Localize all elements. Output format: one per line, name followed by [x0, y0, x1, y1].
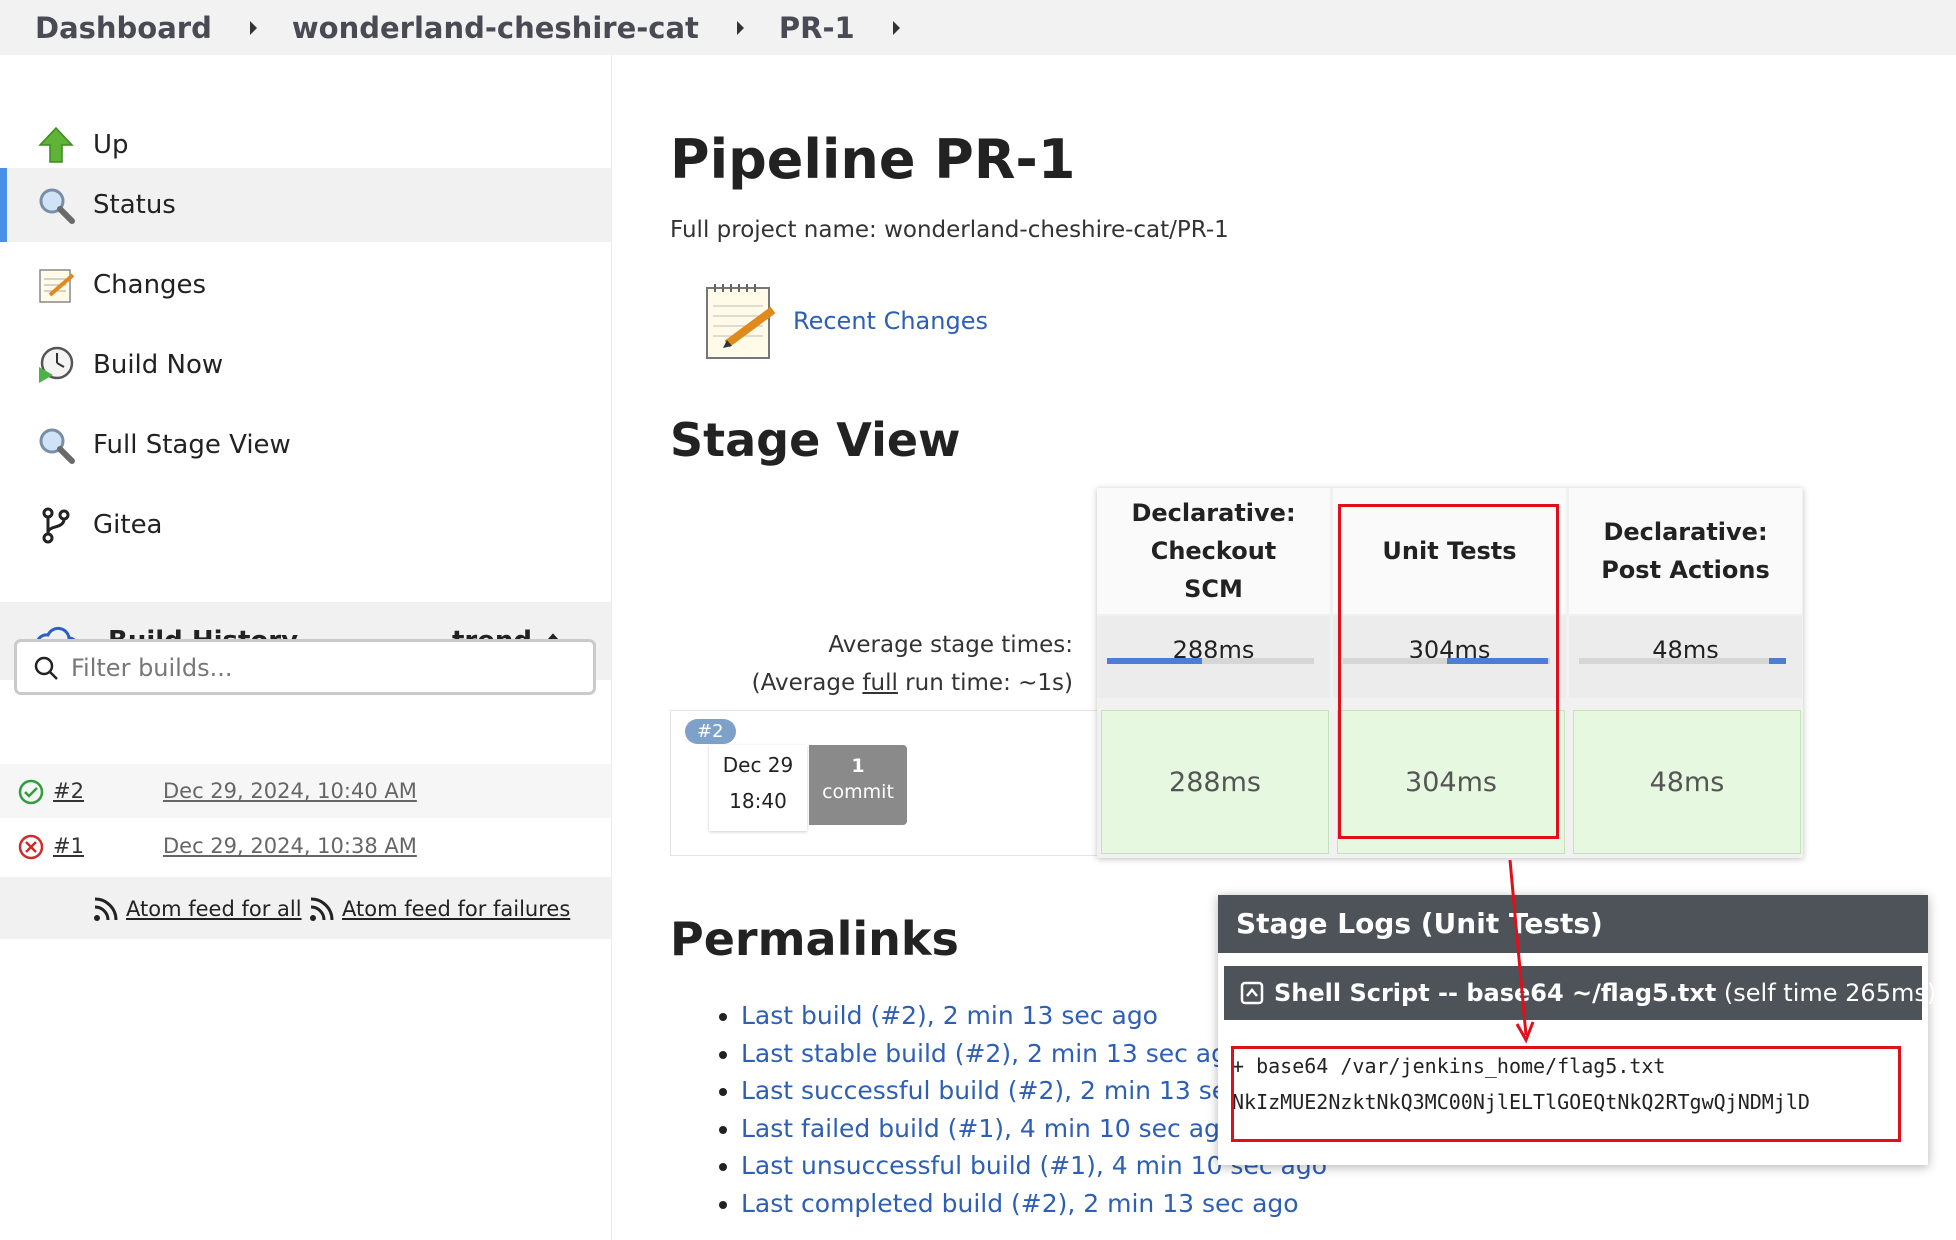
- task-gitea[interactable]: Gitea: [0, 488, 611, 562]
- run-date: Dec 29: [722, 753, 794, 777]
- permalink-link[interactable]: Last stable build (#2), 2 min 13 sec ago: [741, 1039, 1242, 1068]
- stage-name: Declarative: Checkout SCM: [1131, 499, 1296, 603]
- average-full-run-time: (Average full run time: ~1s): [752, 670, 1073, 696]
- branch-icon: [42, 507, 70, 544]
- page-title: Pipeline PR-1: [670, 128, 1076, 191]
- build-badge[interactable]: #2: [685, 719, 736, 744]
- avg-full-prefix: (Average: [751, 670, 863, 696]
- atom-feed-failures-link[interactable]: Atom feed for failures: [308, 895, 570, 923]
- stage-progress-bar: [1579, 658, 1786, 664]
- build-row[interactable]: #1 Dec 29, 2024, 10:38 AM: [0, 819, 611, 873]
- task-status[interactable]: Status: [0, 168, 611, 242]
- permalink-link[interactable]: Last successful build (#2), 2 min 13 sec…: [741, 1076, 1295, 1105]
- breadcrumb: Dashboard wonderland-cheshire-cat PR-1: [0, 0, 1956, 55]
- breadcrumb-separator-icon[interactable]: [892, 20, 900, 35]
- notepad-icon: [706, 284, 776, 359]
- breadcrumb-separator-icon[interactable]: [249, 20, 257, 35]
- step-title: Shell Script -- base64 ~/flag5.txt: [1274, 979, 1717, 1007]
- stage-logs-title: Stage Logs (Unit Tests): [1236, 907, 1603, 940]
- stage-view-title: Stage View: [670, 413, 961, 467]
- task-changes[interactable]: Changes: [0, 248, 611, 322]
- stage-header: Declarative: Checkout SCM: [1097, 488, 1330, 614]
- build-number-link[interactable]: #1: [53, 834, 84, 858]
- filter-builds-input[interactable]: [69, 650, 573, 686]
- up-arrow-icon: [38, 126, 74, 163]
- task-build-now[interactable]: Build Now: [0, 328, 611, 402]
- task-full-stage-view-label: Full Stage View: [93, 430, 291, 460]
- clock-play-icon: [39, 346, 74, 383]
- permalink-link[interactable]: Last completed build (#2), 2 min 13 sec …: [741, 1189, 1299, 1218]
- build-date-link[interactable]: Dec 29, 2024, 10:40 AM: [163, 779, 417, 803]
- full-project-name: Full project name: wonderland-cheshire-c…: [670, 217, 1229, 243]
- failed-status-icon: [18, 834, 44, 860]
- highlight-box-stage: [1338, 504, 1559, 839]
- magnifier-icon: [39, 428, 75, 464]
- average-stage-times-label: Average stage times:: [828, 632, 1073, 658]
- stage-progress-fill: [1107, 658, 1202, 664]
- atom-feed-all-link[interactable]: Atom feed for all: [92, 895, 302, 923]
- stage-cell[interactable]: 48ms: [1573, 710, 1801, 854]
- task-changes-label: Changes: [93, 270, 207, 300]
- breadcrumb-dashboard[interactable]: Dashboard: [35, 11, 212, 45]
- permalink-link[interactable]: Last failed build (#1), 4 min 10 sec ago: [741, 1114, 1235, 1143]
- commit-count: 1: [851, 755, 865, 777]
- breadcrumb-project[interactable]: wonderland-cheshire-cat: [292, 11, 699, 45]
- run-row: #2 Dec 29 18:40 1 commit: [670, 710, 1098, 856]
- stage-average: 48ms: [1569, 616, 1802, 698]
- permalink-item: Last completed build (#2), 2 min 13 sec …: [741, 1185, 1327, 1223]
- breadcrumb-pr[interactable]: PR-1: [779, 11, 855, 45]
- highlight-box-output: [1231, 1046, 1901, 1142]
- filter-builds-field[interactable]: [14, 639, 596, 695]
- task-up-label: Up: [93, 130, 129, 160]
- atom-feed-failures-label: Atom feed for failures: [342, 897, 571, 921]
- rss-icon: [94, 897, 118, 921]
- task-status-label: Status: [93, 190, 176, 220]
- commit-count-button[interactable]: 1 commit: [809, 745, 907, 825]
- task-build-now-label: Build Now: [93, 350, 224, 380]
- breadcrumb-separator-icon[interactable]: [736, 20, 744, 35]
- stage-average: 288ms: [1097, 616, 1330, 698]
- magnifier-icon: [39, 188, 75, 224]
- atom-feeds: Atom feed for all Atom feed for failures: [0, 877, 611, 939]
- notepad-icon: [39, 269, 75, 303]
- step-self-time: (self time 265ms): [1716, 979, 1937, 1007]
- permalinks-title: Permalinks: [670, 912, 959, 966]
- run-time: 18:40: [729, 789, 787, 813]
- recent-changes-link[interactable]: Recent Changes: [793, 307, 988, 335]
- search-icon: [34, 656, 58, 680]
- build-number-link[interactable]: #2: [53, 779, 84, 803]
- avg-full-link[interactable]: full: [862, 670, 897, 696]
- build-date-link[interactable]: Dec 29, 2024, 10:38 AM: [163, 834, 417, 858]
- commit-word: commit: [822, 781, 894, 803]
- atom-feed-all-label: Atom feed for all: [126, 897, 302, 921]
- shell-script-step[interactable]: Shell Script -- base64 ~/flag5.txt (self…: [1224, 966, 1936, 1020]
- stage-progress-bar: [1107, 658, 1314, 664]
- task-gitea-label: Gitea: [93, 510, 163, 540]
- stage-name: Declarative: Post Actions: [1601, 518, 1770, 584]
- permalink-link[interactable]: Last build (#2), 2 min 13 sec ago: [741, 1001, 1158, 1030]
- task-full-stage-view[interactable]: Full Stage View: [0, 408, 611, 482]
- stage-progress-fill: [1769, 658, 1786, 664]
- rss-icon: [310, 897, 334, 921]
- build-row[interactable]: #2 Dec 29, 2024, 10:40 AM: [0, 764, 611, 818]
- run-date-box: Dec 29 18:40: [709, 745, 807, 831]
- avg-full-suffix: run time: ~1s): [897, 670, 1073, 696]
- collapse-icon[interactable]: [1240, 981, 1264, 1005]
- stage-cell[interactable]: 288ms: [1101, 710, 1329, 854]
- success-status-icon: [18, 779, 44, 805]
- stage-logs-header: Stage Logs (Unit Tests): [1218, 895, 1928, 953]
- stage-header: Declarative: Post Actions: [1569, 488, 1802, 614]
